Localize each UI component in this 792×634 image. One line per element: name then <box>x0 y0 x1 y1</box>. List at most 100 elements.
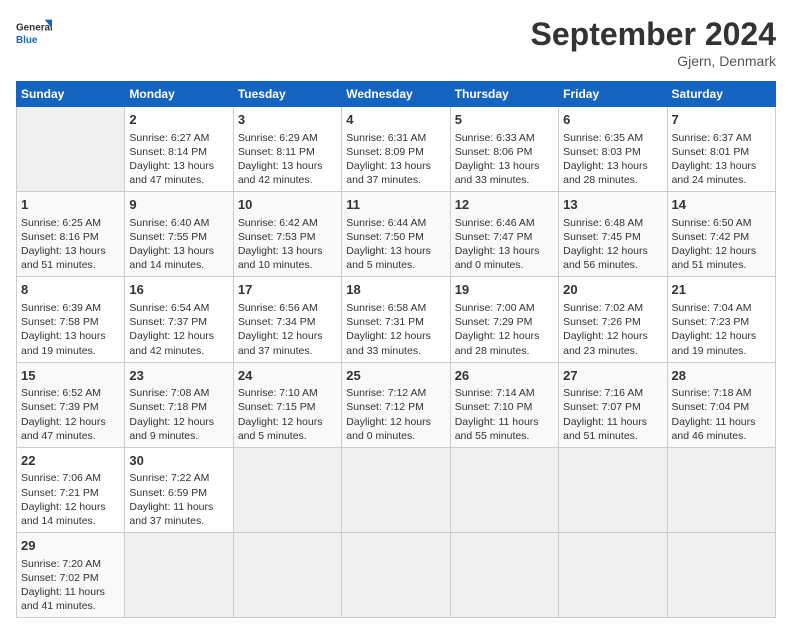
calendar-cell: 23Sunrise: 7:08 AMSunset: 7:18 PMDayligh… <box>125 362 233 447</box>
day-info: Sunrise: 6:25 AM <box>21 216 120 230</box>
calendar-cell: 18Sunrise: 6:58 AMSunset: 7:31 PMDayligh… <box>342 277 450 362</box>
day-number: 13 <box>563 196 662 214</box>
calendar-cell: 22Sunrise: 7:06 AMSunset: 7:21 PMDayligh… <box>17 447 125 532</box>
day-info: Daylight: 12 hours <box>21 500 120 514</box>
day-info: Daylight: 12 hours <box>563 329 662 343</box>
day-info: Sunset: 7:23 PM <box>672 315 771 329</box>
calendar-cell: 9Sunrise: 6:40 AMSunset: 7:55 PMDaylight… <box>125 192 233 277</box>
day-number: 15 <box>21 367 120 385</box>
day-info: and 51 minutes. <box>672 258 771 272</box>
day-info: Sunrise: 7:04 AM <box>672 301 771 315</box>
calendar-table: SundayMondayTuesdayWednesdayThursdayFrid… <box>16 81 776 618</box>
day-info: Daylight: 12 hours <box>455 329 554 343</box>
day-info: Sunrise: 6:46 AM <box>455 216 554 230</box>
day-info: Daylight: 11 hours <box>129 500 228 514</box>
day-info: Sunrise: 7:12 AM <box>346 386 445 400</box>
day-number: 28 <box>672 367 771 385</box>
day-info: Sunset: 7:55 PM <box>129 230 228 244</box>
col-header-friday: Friday <box>559 82 667 107</box>
day-info: and 0 minutes. <box>455 258 554 272</box>
day-info: Sunset: 8:01 PM <box>672 145 771 159</box>
day-info: Sunrise: 7:08 AM <box>129 386 228 400</box>
day-info: Sunset: 7:53 PM <box>238 230 337 244</box>
day-number: 20 <box>563 281 662 299</box>
day-info: Daylight: 12 hours <box>21 415 120 429</box>
day-number: 18 <box>346 281 445 299</box>
calendar-cell: 24Sunrise: 7:10 AMSunset: 7:15 PMDayligh… <box>233 362 341 447</box>
calendar-cell: 3Sunrise: 6:29 AMSunset: 8:11 PMDaylight… <box>233 107 341 192</box>
day-info: and 23 minutes. <box>563 344 662 358</box>
day-info: and 47 minutes. <box>21 429 120 443</box>
day-number: 3 <box>238 111 337 129</box>
day-number: 27 <box>563 367 662 385</box>
day-number: 30 <box>129 452 228 470</box>
day-info: Daylight: 13 hours <box>563 159 662 173</box>
day-info: Daylight: 13 hours <box>455 159 554 173</box>
calendar-cell: 1Sunrise: 6:25 AMSunset: 8:16 PMDaylight… <box>17 192 125 277</box>
day-info: Sunset: 8:09 PM <box>346 145 445 159</box>
day-info: and 55 minutes. <box>455 429 554 443</box>
day-info: Daylight: 13 hours <box>346 159 445 173</box>
day-info: Daylight: 11 hours <box>21 585 120 599</box>
day-info: and 33 minutes. <box>346 344 445 358</box>
day-info: Sunset: 7:07 PM <box>563 400 662 414</box>
day-info: Sunset: 7:12 PM <box>346 400 445 414</box>
day-info: Sunrise: 7:06 AM <box>21 471 120 485</box>
day-info: Sunset: 7:10 PM <box>455 400 554 414</box>
calendar-cell: 19Sunrise: 7:00 AMSunset: 7:29 PMDayligh… <box>450 277 558 362</box>
day-info: Daylight: 12 hours <box>346 329 445 343</box>
day-info: Daylight: 13 hours <box>129 244 228 258</box>
calendar-cell: 21 Sunrise: 7:04 AMSunset: 7:23 PMDayligh… <box>667 277 775 362</box>
day-info: Sunrise: 6:58 AM <box>346 301 445 315</box>
day-info: Sunset: 7:21 PM <box>21 486 120 500</box>
day-info: Sunset: 7:45 PM <box>563 230 662 244</box>
day-info: Daylight: 13 hours <box>346 244 445 258</box>
day-info: Sunrise: 7:00 AM <box>455 301 554 315</box>
day-info: Sunset: 8:16 PM <box>21 230 120 244</box>
day-number: 4 <box>346 111 445 129</box>
calendar-cell <box>667 533 775 618</box>
day-number: 23 <box>129 367 228 385</box>
calendar-cell <box>17 107 125 192</box>
day-info: and 37 minutes. <box>129 514 228 528</box>
calendar-cell <box>342 533 450 618</box>
calendar-cell <box>450 533 558 618</box>
day-info: Sunrise: 6:54 AM <box>129 301 228 315</box>
day-info: Sunrise: 6:56 AM <box>238 301 337 315</box>
calendar-cell <box>559 533 667 618</box>
calendar-cell <box>450 447 558 532</box>
day-number: 24 <box>238 367 337 385</box>
day-number: 21 <box>672 281 771 299</box>
col-header-wednesday: Wednesday <box>342 82 450 107</box>
col-header-tuesday: Tuesday <box>233 82 341 107</box>
day-info: Sunset: 7:50 PM <box>346 230 445 244</box>
location: Gjern, Denmark <box>531 53 776 69</box>
day-info: Daylight: 12 hours <box>238 415 337 429</box>
day-number: 7 <box>672 111 771 129</box>
day-number: 8 <box>21 281 120 299</box>
day-info: Sunrise: 7:14 AM <box>455 386 554 400</box>
col-header-thursday: Thursday <box>450 82 558 107</box>
day-info: Sunset: 7:29 PM <box>455 315 554 329</box>
calendar-cell: 14Sunrise: 6:50 AMSunset: 7:42 PMDayligh… <box>667 192 775 277</box>
day-info: and 0 minutes. <box>346 429 445 443</box>
svg-text:Blue: Blue <box>16 35 38 46</box>
day-number: 25 <box>346 367 445 385</box>
page-header: General Blue September 2024 Gjern, Denma… <box>16 16 776 69</box>
calendar-cell: 30Sunrise: 7:22 AMSunset: 6:59 PMDayligh… <box>125 447 233 532</box>
svg-text:General: General <box>16 22 52 33</box>
logo-icon: General Blue <box>16 16 52 52</box>
logo: General Blue <box>16 16 52 52</box>
day-info: Sunset: 7:42 PM <box>672 230 771 244</box>
day-info: Sunrise: 6:29 AM <box>238 131 337 145</box>
day-info: and 51 minutes. <box>21 258 120 272</box>
day-info: and 28 minutes. <box>563 173 662 187</box>
calendar-cell: 12Sunrise: 6:46 AMSunset: 7:47 PMDayligh… <box>450 192 558 277</box>
day-info: Daylight: 12 hours <box>672 329 771 343</box>
calendar-cell: 26Sunrise: 7:14 AMSunset: 7:10 PMDayligh… <box>450 362 558 447</box>
calendar-cell: 29Sunrise: 7:20 AMSunset: 7:02 PMDayligh… <box>17 533 125 618</box>
day-info: Sunrise: 6:39 AM <box>21 301 120 315</box>
day-number: 5 <box>455 111 554 129</box>
day-info: Sunset: 8:14 PM <box>129 145 228 159</box>
day-number: 14 <box>672 196 771 214</box>
